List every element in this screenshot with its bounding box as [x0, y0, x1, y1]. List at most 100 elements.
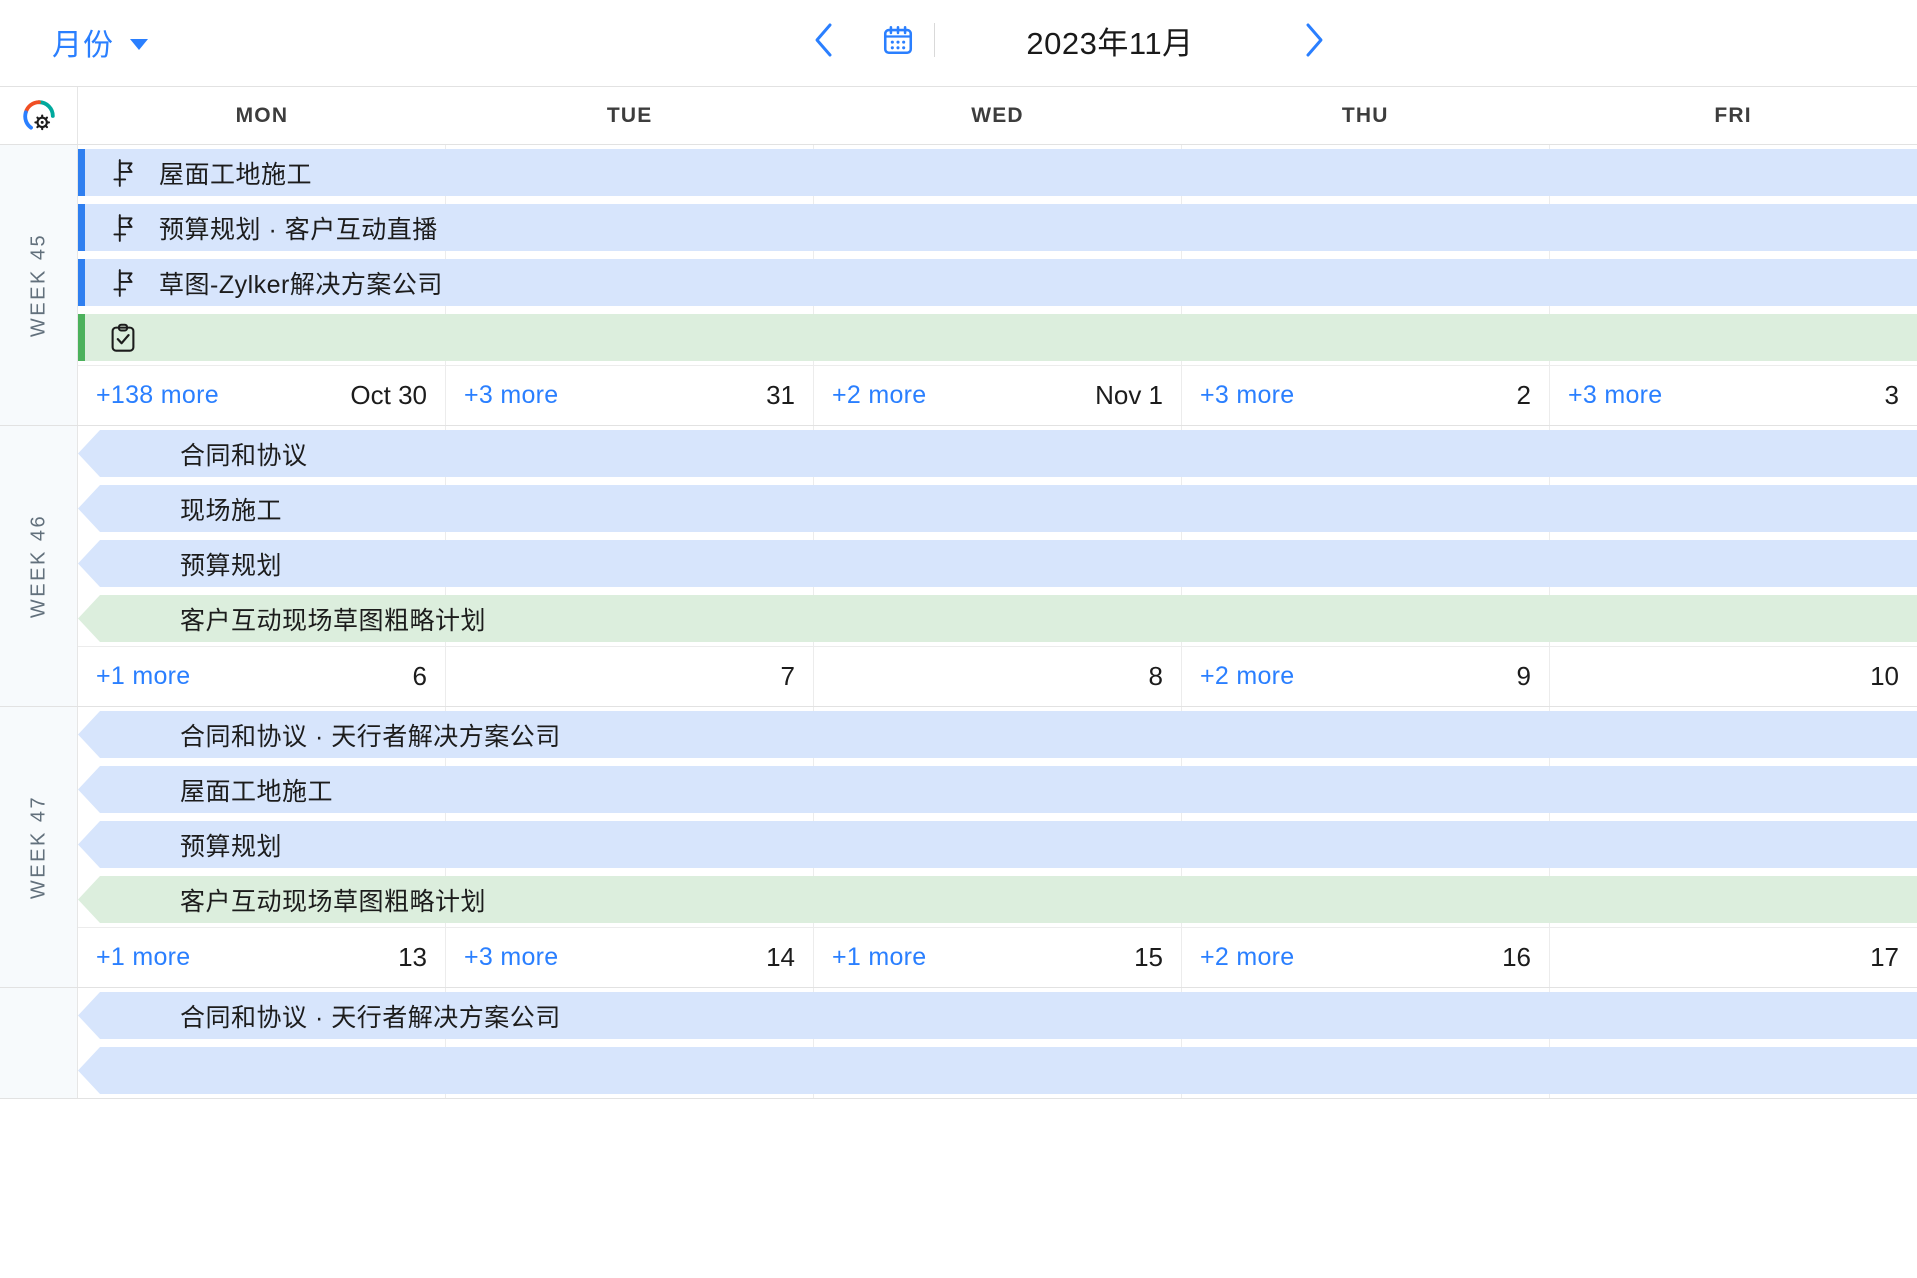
day-cell[interactable]: +1 more 6	[78, 646, 446, 706]
event-lane: 合同和协议	[78, 426, 1917, 481]
more-events-link[interactable]: +2 more	[1200, 662, 1295, 691]
day-number: 3	[1884, 380, 1899, 410]
week-date-row: +138 more Oct 30 +3 more 31 +2 more Nov 1 +3 m…	[78, 365, 1917, 425]
more-events-link[interactable]: +2 more	[832, 381, 927, 410]
day-cell[interactable]: +138 more Oct 30	[78, 365, 446, 425]
event-title: 草图-Zylker解决方案公司	[159, 270, 443, 299]
event-lane	[78, 1043, 1917, 1098]
week-row: 合同和协议 · 天行者解决方案公司	[0, 988, 1917, 1099]
day-number: 6	[412, 661, 427, 691]
next-period-button[interactable]	[1291, 14, 1337, 66]
day-number: 13	[398, 942, 427, 972]
more-events-link[interactable]: +3 more	[464, 381, 559, 410]
view-mode-label: 月份	[52, 29, 114, 62]
day-number: 16	[1502, 942, 1531, 972]
event-accent-bar	[78, 314, 85, 361]
event-accent-bar	[78, 259, 85, 306]
previous-period-button[interactable]	[800, 14, 846, 66]
day-cell[interactable]: +1 more 15	[814, 927, 1182, 987]
calendar-event[interactable]: 客户互动现场草图粗略计划	[78, 876, 1917, 923]
more-events-link[interactable]: +1 more	[832, 943, 927, 972]
more-events-link[interactable]: +1 more	[96, 662, 191, 691]
calendar-icon	[883, 25, 913, 55]
day-cell[interactable]: +2 more 9	[1182, 646, 1550, 706]
calendar-event[interactable]: 客户互动现场草图粗略计划	[78, 595, 1917, 642]
event-lane: 草图-Zylker解决方案公司	[78, 255, 1917, 310]
more-events-link[interactable]: +3 more	[1200, 381, 1295, 410]
day-cell[interactable]: +3 more 31	[446, 365, 814, 425]
event-title: 屋面工地施工	[180, 777, 334, 806]
event-lane: 预算规划	[78, 536, 1917, 591]
event-title: 预算规划	[180, 551, 283, 580]
event-title: 预算规划 · 客户互动直播	[159, 215, 438, 244]
event-lane: 预算规划 · 客户互动直播	[78, 200, 1917, 255]
event-lane: 屋面工地施工	[78, 762, 1917, 817]
calendar-event[interactable]: 合同和协议	[78, 430, 1917, 477]
day-cell[interactable]: 8	[814, 646, 1182, 706]
calendar-event[interactable]: 屋面工地施工	[78, 766, 1917, 813]
day-number: Nov 1	[1095, 380, 1163, 410]
calendar-event[interactable]: 合同和协议 · 天行者解决方案公司	[78, 992, 1917, 1039]
calendar-grid: MON TUE WED THU FRI WEEK 45 屋面工地施工 预算规划 · …	[0, 86, 1917, 1278]
week-row: WEEK 46 合同和协议 现场施工 预算规划 客户互动现场草图粗略计划 +1 more 6…	[0, 426, 1917, 707]
day-cell[interactable]: +3 more 14	[446, 927, 814, 987]
more-events-link[interactable]: +3 more	[464, 943, 559, 972]
week-body: 合同和协议 · 天行者解决方案公司 屋面工地施工 预算规划 客户互动现场草图粗略计划 +…	[78, 707, 1917, 987]
current-period-title: 2023年11月	[1026, 25, 1194, 61]
calendar-event[interactable]: 屋面工地施工	[78, 149, 1917, 196]
day-number: 17	[1870, 942, 1899, 972]
calendar-event[interactable]	[78, 314, 1917, 361]
task-clipboard-icon	[111, 323, 135, 352]
day-cell[interactable]: +3 more 3	[1550, 365, 1917, 425]
event-title: 合同和协议 · 天行者解决方案公司	[180, 722, 561, 751]
event-lane: 现场施工	[78, 481, 1917, 536]
week-row: WEEK 45 屋面工地施工 预算规划 · 客户互动直播 草图-Zylker解决方案公…	[0, 145, 1917, 426]
event-lane: 合同和协议 · 天行者解决方案公司	[78, 707, 1917, 762]
more-events-link[interactable]: +1 more	[96, 943, 191, 972]
event-lane: 屋面工地施工	[78, 145, 1917, 200]
event-lane: 客户互动现场草图粗略计划	[78, 591, 1917, 646]
day-cell[interactable]: 17	[1550, 927, 1917, 987]
day-number: 7	[780, 661, 795, 691]
day-number: Oct 30	[350, 380, 427, 410]
weekday-header-mon: MON	[235, 103, 289, 127]
event-title: 客户互动现场草图粗略计划	[180, 606, 487, 635]
calendar-event[interactable]: 草图-Zylker解决方案公司	[78, 259, 1917, 306]
week-body: 合同和协议现场施工预算规划客户互动现场草图粗略计划 +1 more 6 7 8 +2 mo…	[78, 426, 1917, 706]
day-cell[interactable]: +3 more 2	[1182, 365, 1550, 425]
calendar-settings-button[interactable]	[0, 87, 78, 144]
calendar-event[interactable]: 预算规划	[78, 540, 1917, 587]
event-title: 合同和协议	[180, 441, 308, 470]
day-number: 9	[1516, 661, 1531, 691]
day-number: 15	[1134, 942, 1163, 972]
day-cell[interactable]: 7	[446, 646, 814, 706]
day-number: 2	[1516, 380, 1531, 410]
more-events-link[interactable]: +3 more	[1568, 381, 1663, 410]
event-title: 预算规划	[180, 832, 283, 861]
view-mode-selector[interactable]: 月份	[52, 20, 148, 64]
more-events-link[interactable]: +2 more	[1200, 943, 1295, 972]
calendar-event[interactable]: 预算规划 · 客户互动直播	[78, 204, 1917, 251]
today-calendar-button[interactable]	[866, 14, 930, 66]
milestone-icon	[113, 158, 133, 187]
toolbar-divider	[934, 23, 935, 57]
more-events-link[interactable]: +138 more	[96, 381, 219, 410]
zoho-gear-icon	[22, 99, 55, 130]
event-title: 合同和协议 · 天行者解决方案公司	[180, 1003, 561, 1032]
calendar-event[interactable]: 合同和协议 · 天行者解决方案公司	[78, 711, 1917, 758]
day-cell[interactable]: +1 more 13	[78, 927, 446, 987]
week-number-label: WEEK 47	[27, 794, 49, 900]
day-cell[interactable]: +2 more Nov 1	[814, 365, 1182, 425]
day-number: 8	[1148, 661, 1163, 691]
calendar-event[interactable]: 现场施工	[78, 485, 1917, 532]
day-number: 31	[766, 380, 795, 410]
event-lane: 合同和协议 · 天行者解决方案公司	[78, 988, 1917, 1043]
weekday-header-wed: WED	[971, 103, 1024, 127]
calendar-event[interactable]: 预算规划	[78, 821, 1917, 868]
day-cell[interactable]: 10	[1550, 646, 1917, 706]
event-title: 现场施工	[180, 496, 283, 525]
task-clipboard-icon	[95, 323, 151, 353]
day-cell[interactable]: +2 more 16	[1182, 927, 1550, 987]
calendar-event[interactable]	[78, 1047, 1917, 1094]
week-rows-container: WEEK 45 屋面工地施工 预算规划 · 客户互动直播 草图-Zylker解决方案公…	[0, 145, 1917, 1099]
